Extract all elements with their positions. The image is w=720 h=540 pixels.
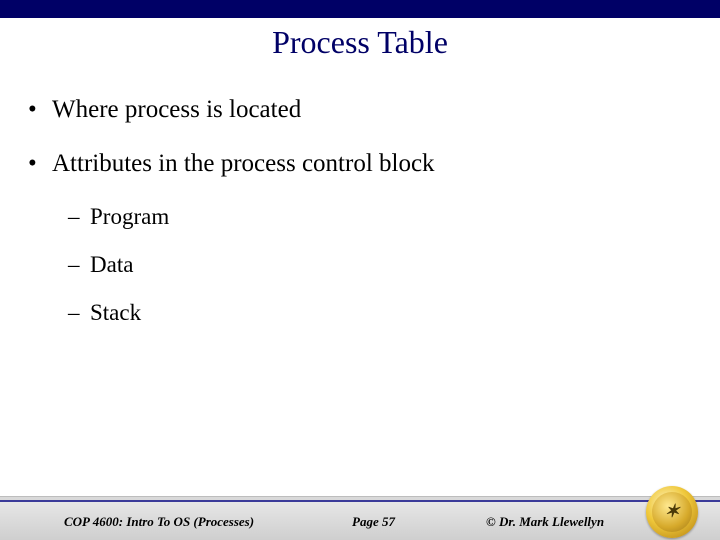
bullet-level2: Stack	[28, 300, 692, 326]
slide: Process Table Where process is located A…	[0, 0, 720, 540]
top-accent-bar	[0, 0, 720, 18]
bullet-level1: Attributes in the process control block	[28, 150, 692, 178]
slide-content: Where process is located Attributes in t…	[28, 80, 692, 348]
bullet-level2: Program	[28, 204, 692, 230]
footer-page: Page 57	[352, 514, 395, 530]
footer-author: © Dr. Mark Llewellyn	[486, 514, 604, 530]
footer: COP 4600: Intro To OS (Processes) Page 5…	[0, 496, 720, 540]
bullet-level2: Data	[28, 252, 692, 278]
slide-title: Process Table	[0, 24, 720, 61]
bullet-level1: Where process is located	[28, 96, 692, 124]
ucf-pegasus-seal-icon: ✶	[646, 486, 698, 538]
footer-course: COP 4600: Intro To OS (Processes)	[64, 514, 254, 530]
seal-glyph: ✶	[664, 502, 679, 520]
seal-inner-disc: ✶	[652, 492, 692, 532]
